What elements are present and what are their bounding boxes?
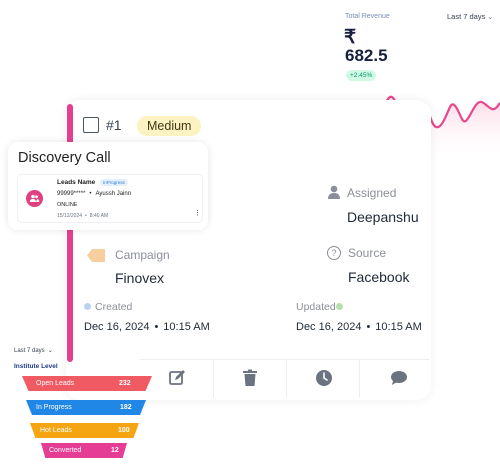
funnel-stage-progress[interactable]: In Progress 182	[26, 400, 146, 415]
updated-separator: •	[366, 321, 371, 333]
campaign-value: Finovex	[115, 270, 165, 286]
source-value: Facebook	[348, 269, 410, 285]
lead-name: Ayussh Jainn	[95, 191, 132, 197]
funnel-stage-value: 232	[119, 380, 131, 387]
action-separator	[359, 360, 360, 398]
lead-number: #1	[106, 117, 122, 133]
lead-bullet: •	[89, 191, 92, 197]
assigned-label: Assigned	[347, 186, 397, 200]
users-icon	[29, 194, 40, 202]
created-datetime: Dec 16, 2024 • 10:15 AM	[84, 321, 210, 333]
assigned-value: Deepanshu	[347, 209, 419, 225]
funnel-stage-label: Converted	[49, 447, 82, 454]
user-icon	[328, 185, 340, 199]
lead-phone: 99999*****	[57, 191, 86, 197]
created-date: Dec 16, 2024	[84, 321, 150, 333]
funnel-stage-label: Open Leads	[36, 380, 75, 387]
actions-divider	[140, 359, 430, 360]
funnel-stage-value: 182	[120, 404, 132, 411]
updated-dot	[336, 303, 343, 310]
chevron-down-icon: ⌄	[487, 14, 494, 21]
chevron-down-icon: ⌄	[47, 348, 53, 354]
updated-date: Dec 16, 2024	[296, 321, 362, 333]
revenue-change-badge: +2.45%	[346, 70, 377, 81]
leads-name-label: Leads Name	[57, 179, 96, 186]
funnel-stage-open[interactable]: Open Leads 232	[22, 376, 152, 391]
action-separator	[286, 360, 287, 398]
discovery-title: Discovery Call	[18, 150, 111, 166]
revenue-range-select[interactable]: Last 7 days ⌄	[447, 12, 493, 21]
lead-contact: 99999***** • Ayussh Jainn	[57, 191, 131, 197]
funnel-range-text: Last 7 days	[14, 348, 45, 354]
funnel-stage-value: 12	[111, 447, 119, 454]
lead-dt-separator: •	[85, 213, 87, 219]
lead-status: ONLINE	[57, 202, 78, 208]
revenue-range-text: Last 7 days	[447, 12, 486, 21]
created-label: Created	[95, 301, 133, 313]
updated-datetime: Dec 16, 2024 • 10:15 AM	[296, 321, 422, 333]
clock-icon[interactable]	[314, 368, 334, 388]
priority-badge: Medium	[137, 116, 202, 136]
lead-item[interactable]: Leads Name InProgress 99999***** • Ayussh …	[17, 174, 203, 223]
funnel-stage-value: 100	[118, 427, 130, 434]
avatar	[26, 190, 43, 207]
created-dot	[84, 303, 91, 310]
action-separator	[213, 360, 214, 398]
kebab-menu-icon[interactable]: ⋮	[194, 210, 201, 217]
question-circle-icon: ?	[327, 246, 341, 260]
revenue-value: 682.5	[345, 46, 388, 65]
funnel-range-select[interactable]: Last 7 days ⌄	[14, 347, 53, 354]
source-label: Source	[348, 246, 387, 260]
lead-time: 8:40 AM	[89, 213, 109, 219]
funnel-stage-label: In Progress	[36, 404, 72, 411]
edit-icon[interactable]	[167, 368, 187, 388]
updated-label: Updated	[296, 301, 336, 313]
status-chip: InProgress	[100, 179, 128, 186]
comment-icon[interactable]	[389, 368, 409, 388]
campaign-label: Campaign	[115, 248, 170, 262]
funnel-title: Institute Level	[14, 363, 58, 370]
funnel-stage-hot[interactable]: Hot Leads 100	[30, 423, 139, 438]
trash-icon[interactable]	[240, 368, 260, 388]
revenue-label: Total Revenue	[345, 13, 390, 20]
created-separator: •	[154, 321, 159, 333]
lead-select-checkbox[interactable]	[83, 117, 99, 133]
lead-datetime: 15/12/2024 • 8:40 AM	[57, 213, 108, 219]
funnel-stage-converted[interactable]: Converted 12	[41, 443, 127, 458]
tag-icon	[87, 249, 105, 262]
funnel-stage-label: Hot Leads	[40, 427, 72, 434]
lead-date: 15/12/2024	[57, 213, 83, 219]
discovery-call-card[interactable]: Discovery Call Leads Name InProgress 999…	[8, 142, 208, 230]
updated-time: 10:15 AM	[375, 321, 422, 333]
created-time: 10:15 AM	[163, 321, 210, 333]
